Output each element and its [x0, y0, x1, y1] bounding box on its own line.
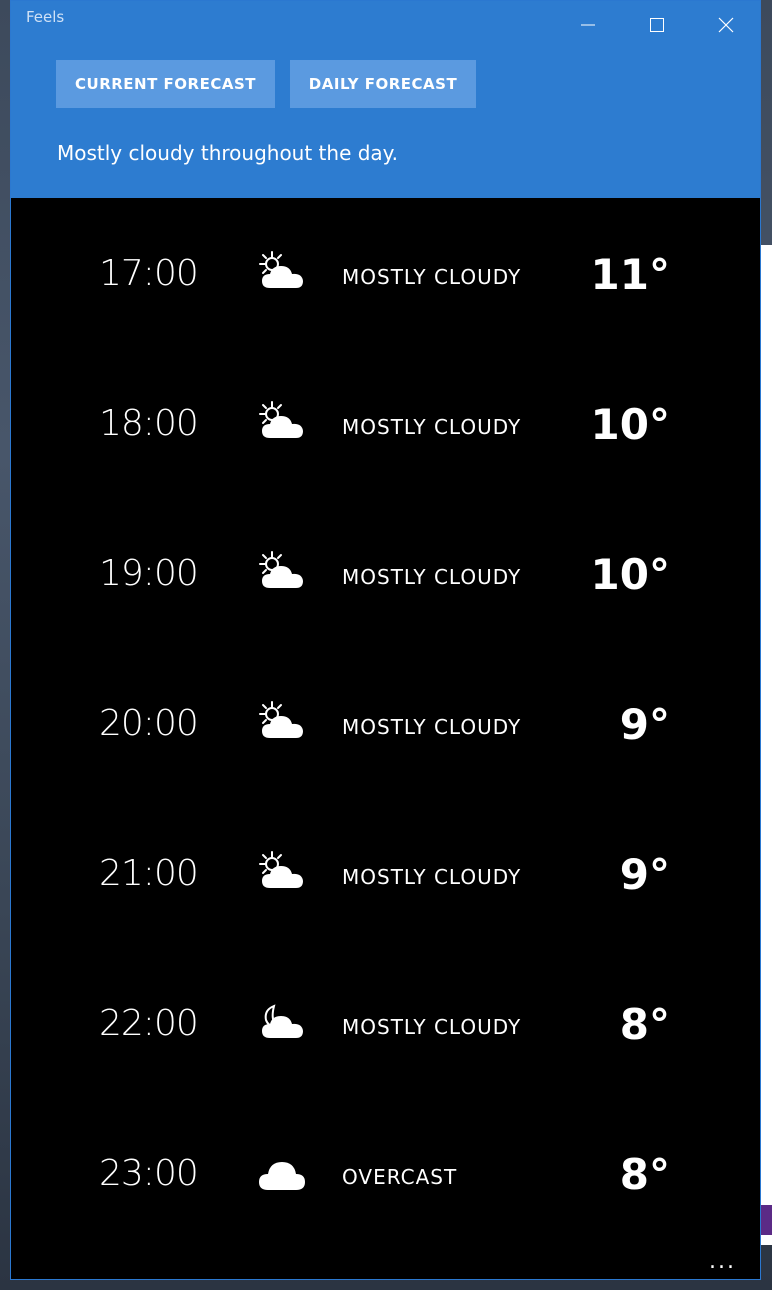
partly-cloudy-night-icon [256, 1000, 308, 1044]
forecast-condition: OVERCAST [342, 1165, 458, 1189]
minimize-button[interactable] [565, 3, 611, 47]
app-window: Feels CURRENT FORECAST DAILY FORECAST Mo… [10, 0, 761, 1280]
forecast-time: 22:00 [99, 1003, 199, 1044]
forecast-temperature: 9° [619, 700, 670, 749]
forecast-row: 20:00 MOSTLY CLOUDY 9° [11, 648, 760, 798]
forecast-row: 19:00 MOSTLY CLOUDY 10° [11, 498, 760, 648]
partly-cloudy-day-icon [256, 400, 308, 444]
forecast-row: 17:00 MOSTLY CLOUDY 11° [11, 198, 760, 348]
forecast-condition: MOSTLY CLOUDY [342, 415, 522, 439]
partly-cloudy-day-icon [256, 550, 308, 594]
maximize-button[interactable] [634, 3, 680, 47]
forecast-row: 23:00 OVERCAST 8° [11, 1098, 760, 1248]
maximize-icon [650, 18, 664, 32]
partly-cloudy-day-icon [256, 700, 308, 744]
partly-cloudy-day-icon [256, 850, 308, 894]
forecast-condition: MOSTLY CLOUDY [342, 265, 522, 289]
header: Feels CURRENT FORECAST DAILY FORECAST Mo… [11, 1, 760, 198]
forecast-row: 18:00 MOSTLY CLOUDY 10° [11, 348, 760, 498]
forecast-time: 19:00 [99, 553, 199, 594]
forecast-time: 23:00 [99, 1153, 199, 1194]
forecast-condition: MOSTLY CLOUDY [342, 565, 522, 589]
cloud-icon [256, 1150, 308, 1194]
forecast-temperature: 11° [590, 250, 670, 299]
forecast-time: 18:00 [99, 403, 199, 444]
partly-cloudy-day-icon [256, 250, 308, 294]
close-icon [718, 17, 734, 33]
close-button[interactable] [703, 3, 749, 47]
forecast-time: 21:00 [99, 853, 199, 894]
app-title: Feels [26, 8, 65, 26]
tab-current-forecast[interactable]: CURRENT FORECAST [56, 60, 275, 108]
forecast-temperature: 8° [619, 1000, 670, 1049]
more-options-button[interactable]: ... [709, 1249, 736, 1274]
forecast-row: 21:00 MOSTLY CLOUDY 9° [11, 798, 760, 948]
forecast-time: 17:00 [99, 253, 199, 294]
background-window [761, 245, 772, 1245]
forecast-row: 22:00 MOSTLY CLOUDY 8° [11, 948, 760, 1098]
forecast-temperature: 9° [619, 850, 670, 899]
minimize-icon [581, 24, 595, 26]
forecast-condition: MOSTLY CLOUDY [342, 1015, 522, 1039]
forecast-temperature: 8° [619, 1150, 670, 1199]
forecast-condition: MOSTLY CLOUDY [342, 715, 522, 739]
forecast-summary: Mostly cloudy throughout the day. [57, 141, 399, 165]
tab-daily-forecast[interactable]: DAILY FORECAST [290, 60, 476, 108]
forecast-temperature: 10° [590, 400, 670, 449]
forecast-time: 20:00 [99, 703, 199, 744]
forecast-temperature: 10° [590, 550, 670, 599]
background-bar [761, 1205, 772, 1235]
forecast-condition: MOSTLY CLOUDY [342, 865, 522, 889]
